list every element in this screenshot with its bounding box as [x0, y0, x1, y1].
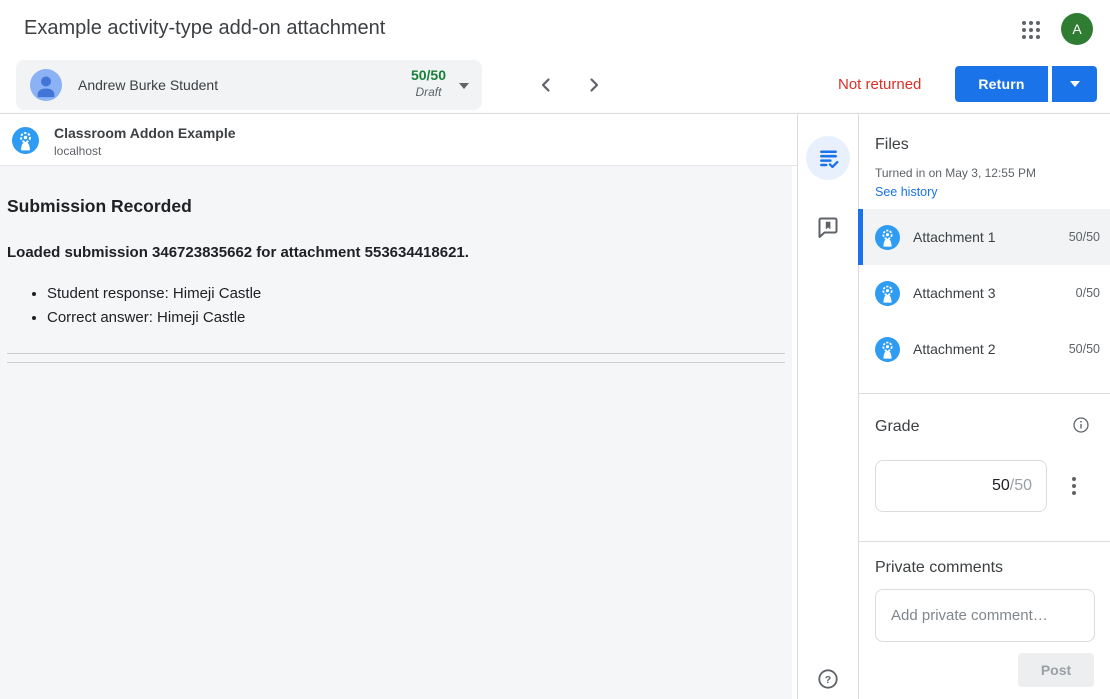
content-divider — [7, 353, 785, 354]
info-icon — [1072, 416, 1090, 434]
student-selector[interactable]: Andrew Burke Student 50/50 Draft — [16, 60, 482, 110]
selected-indicator-bar — [858, 209, 863, 265]
toolbar: Andrew Burke Student 50/50 Draft Not ret… — [0, 58, 1110, 113]
list-item: Student response: Himeji Castle — [47, 282, 785, 306]
submission-details-list: Student response: Himeji Castle Correct … — [7, 282, 785, 330]
attachment-name: Attachment 1 — [913, 229, 1069, 245]
addon-logo-icon — [875, 337, 900, 362]
grade-menu-button[interactable] — [1062, 474, 1086, 498]
grading-page: { "header": { "title": "Example activity… — [0, 0, 1110, 699]
addon-host: localhost — [54, 144, 101, 158]
return-button[interactable]: Return — [955, 66, 1048, 102]
return-status: Not returned — [838, 76, 921, 93]
help-button[interactable]: ? — [817, 668, 839, 690]
submission-message: Loaded submission 346723835662 for attac… — [7, 244, 785, 261]
avatar-letter: A — [1072, 21, 1081, 37]
addon-title: Classroom Addon Example — [54, 125, 236, 141]
chevron-down-icon — [1070, 81, 1080, 92]
addon-logo-icon — [875, 281, 900, 306]
tool-rail: ? — [798, 114, 858, 699]
see-history-link[interactable]: See history — [875, 185, 938, 199]
addon-header: Classroom Addon Example localhost — [0, 114, 797, 166]
private-comments-title: Private comments — [875, 559, 1003, 577]
apps-grid-icon[interactable] — [1022, 21, 1040, 39]
addon-content: Classroom Addon Example localhost Submis… — [0, 114, 798, 699]
grade-info-button[interactable] — [1072, 416, 1090, 434]
comment-bank-button[interactable] — [816, 215, 840, 239]
attachment-score: 50/50 — [1069, 230, 1100, 244]
comment-bank-icon — [816, 215, 840, 239]
return-dropdown-button[interactable] — [1052, 66, 1097, 102]
attachment-list: Attachment 1 50/50 Attachment 3 0/50 — [859, 209, 1110, 377]
grading-tool-button[interactable] — [806, 136, 850, 180]
attachment-row[interactable]: Attachment 1 50/50 — [859, 209, 1110, 265]
student-avatar-icon — [30, 69, 62, 101]
chevron-left-icon — [534, 73, 558, 97]
grade-input[interactable] — [988, 477, 1010, 495]
topbar: Example activity-type add-on attachment … — [0, 0, 1110, 58]
addon-body: Submission Recorded Loaded submission 34… — [7, 167, 785, 363]
panel-divider — [859, 541, 1110, 542]
attachment-name: Attachment 3 — [913, 285, 1076, 301]
student-name: Andrew Burke Student — [78, 77, 218, 93]
attachment-name: Attachment 2 — [913, 341, 1069, 357]
help-icon: ? — [817, 668, 839, 690]
account-avatar[interactable]: A — [1061, 13, 1093, 45]
chevron-down-icon — [459, 83, 469, 94]
panel-divider — [859, 393, 1110, 394]
addon-logo-icon — [12, 127, 39, 154]
grading-panel: Files Turned in on May 3, 12:55 PM See h… — [858, 114, 1110, 699]
student-score: 50/50 — [411, 67, 446, 85]
grade-title: Grade — [875, 418, 919, 436]
grading-icon — [818, 148, 839, 169]
more-vertical-icon — [1072, 477, 1076, 481]
turned-in-status: Turned in on May 3, 12:55 PM — [875, 166, 1036, 180]
list-item: Correct answer: Himeji Castle — [47, 306, 785, 330]
chevron-right-icon — [582, 73, 606, 97]
next-student-button[interactable] — [582, 73, 606, 97]
page-title: Example activity-type add-on attachment — [24, 17, 385, 40]
addon-logo-icon — [875, 225, 900, 250]
grade-field[interactable]: /50 — [875, 460, 1047, 512]
main-area: Classroom Addon Example localhost Submis… — [0, 113, 1110, 699]
private-comment-input[interactable] — [891, 607, 1079, 624]
content-divider — [7, 362, 785, 363]
student-score-block: 50/50 Draft — [411, 67, 446, 100]
submission-heading: Submission Recorded — [7, 196, 785, 217]
post-button[interactable]: Post — [1018, 653, 1094, 687]
svg-text:?: ? — [825, 674, 831, 686]
private-comment-field[interactable] — [875, 589, 1095, 642]
attachment-row[interactable]: Attachment 2 50/50 — [859, 321, 1110, 377]
previous-student-button[interactable] — [534, 73, 558, 97]
attachment-row[interactable]: Attachment 3 0/50 — [859, 265, 1110, 321]
files-title: Files — [875, 136, 909, 154]
grade-denominator: /50 — [1010, 477, 1032, 495]
draft-status: Draft — [411, 85, 446, 100]
attachment-score: 0/50 — [1076, 286, 1100, 300]
attachment-score: 50/50 — [1069, 342, 1100, 356]
